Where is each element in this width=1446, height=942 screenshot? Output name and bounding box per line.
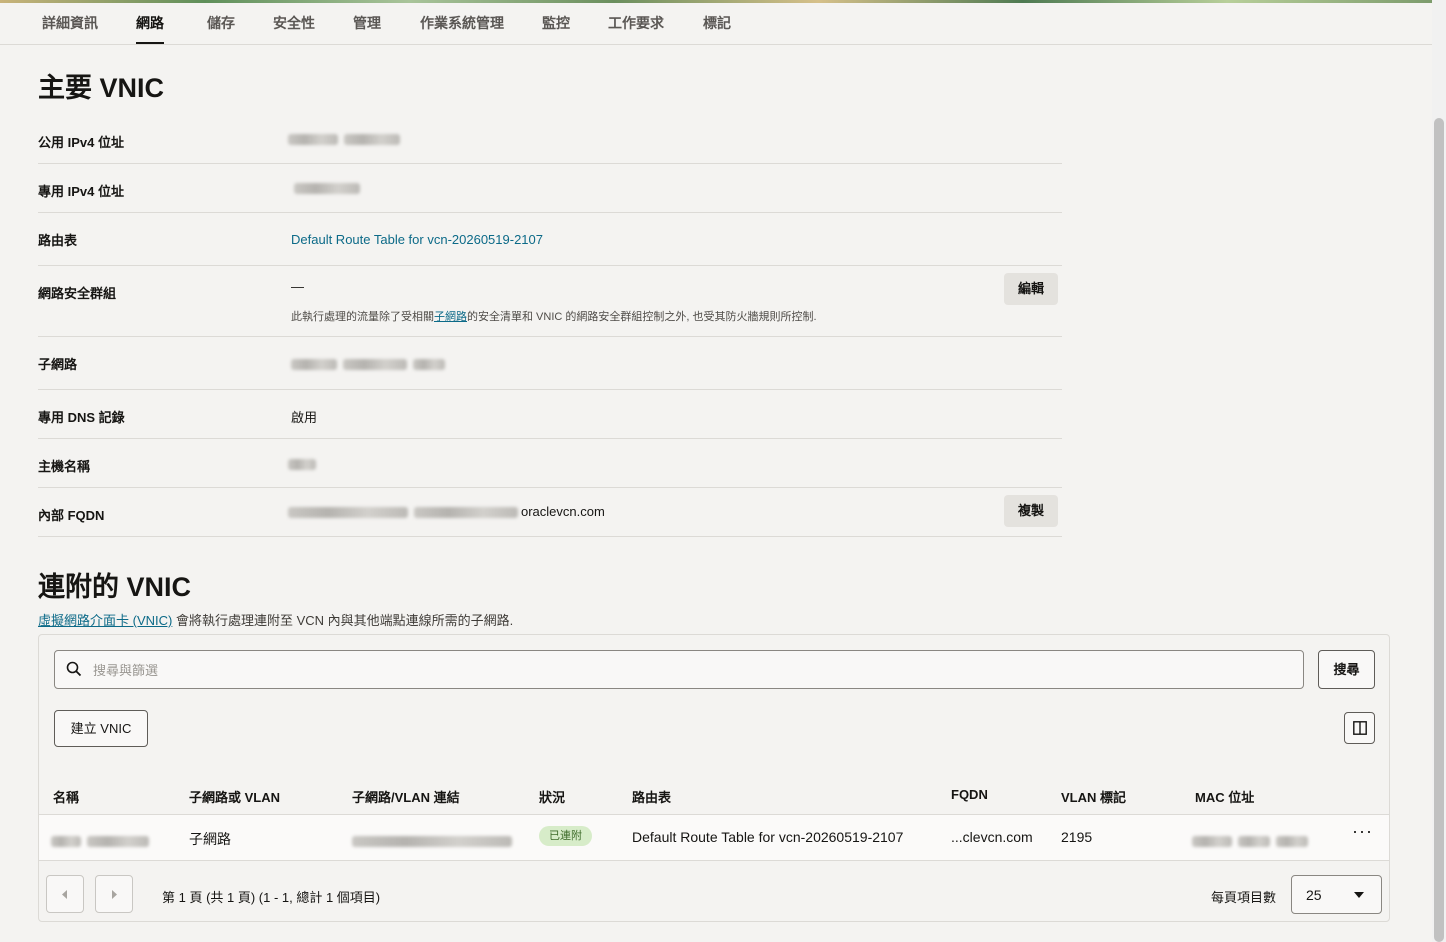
- per-page-value: 25: [1306, 887, 1322, 903]
- nsg-row: 網路安全群組 — 編輯 此執行處理的流量除了受相關子網路的安全清單和 VNIC …: [38, 266, 1062, 337]
- create-vnic-button[interactable]: 建立 VNIC: [54, 710, 148, 747]
- nsg-label: 網路安全群組: [38, 286, 117, 301]
- route-table-link[interactable]: Default Route Table for vcn-20260519-210…: [291, 232, 543, 247]
- tab-bar: 詳細資訊 網路 儲存 安全性 管理 作業系統管理 監控 工作要求 標記: [0, 3, 1432, 45]
- nsg-note-text: 此執行處理的流量除了受相關: [291, 311, 434, 323]
- row-actions-menu-icon[interactable]: ···: [1352, 821, 1373, 842]
- row-route-table-link[interactable]: Default Route Table for vcn-20260519-210…: [632, 829, 903, 845]
- tab-management[interactable]: 管理: [353, 3, 381, 44]
- fqdn-label: 內部 FQDN: [38, 508, 105, 523]
- private-ipv4-row: 專用 IPv4 位址: [38, 164, 1062, 213]
- col-vlan-tag[interactable]: VLAN 標記: [1061, 787, 1126, 806]
- fqdn-suffix: oraclevcn.com: [521, 504, 605, 519]
- private-ipv4-value-redacted: [294, 180, 366, 195]
- col-name[interactable]: 名稱: [53, 787, 79, 806]
- tab-storage[interactable]: 儲存: [207, 3, 235, 44]
- tab-networking[interactable]: 網路: [136, 3, 164, 44]
- col-fqdn[interactable]: FQDN: [951, 787, 988, 802]
- nsg-edit-button[interactable]: 編輯: [1004, 273, 1059, 305]
- subnet-value-redacted[interactable]: [291, 356, 451, 371]
- fqdn-value: oraclevcn.com: [288, 504, 605, 519]
- tab-os-management[interactable]: 作業系統管理: [420, 3, 504, 44]
- chevron-left-icon: [62, 890, 67, 899]
- per-page-label: 每頁項目數: [1211, 890, 1277, 905]
- chevron-right-icon: [112, 890, 117, 899]
- pagination: 第 1 頁 (共 1 頁) (1 - 1, 總計 1 個項目) 每頁項目數 25: [39, 861, 1389, 921]
- private-dns-row: 專用 DNS 記錄 啟用: [38, 390, 1062, 439]
- vnic-name-redacted[interactable]: [51, 832, 155, 848]
- chevron-down-icon: [1354, 892, 1364, 898]
- col-subnet-vlan-link[interactable]: 子網路/VLAN 連結: [352, 787, 460, 806]
- vnic-type: 子網路: [189, 831, 231, 847]
- hostname-label: 主機名稱: [38, 459, 91, 474]
- pagination-summary: 第 1 頁 (共 1 頁) (1 - 1, 總計 1 個項目): [162, 890, 381, 905]
- public-ipv4-row: 公用 IPv4 位址: [38, 115, 1062, 164]
- vnic-doc-link[interactable]: 虛擬網路介面卡 (VNIC): [38, 613, 172, 628]
- tab-work-requests[interactable]: 工作要求: [608, 3, 664, 44]
- attached-vnics-description-text: 會將執行處理連附至 VCN 內與其他端點連線所需的子網路.: [172, 613, 514, 628]
- fqdn-row: 內部 FQDN oraclevcn.com 複製: [38, 488, 1062, 537]
- nsg-note-text-end: 的安全清單和 VNIC 的網路安全群組控制之外, 也受其防火牆規則所控制.: [467, 311, 817, 323]
- column-settings-button[interactable]: [1344, 712, 1375, 744]
- scrollbar[interactable]: [1432, 0, 1446, 942]
- route-table-label: 路由表: [38, 233, 78, 248]
- hostname-row: 主機名稱: [38, 439, 1062, 488]
- route-table-row: 路由表 Default Route Table for vcn-20260519…: [38, 213, 1062, 266]
- tab-tags[interactable]: 標記: [703, 3, 731, 44]
- col-subnet-or-vlan[interactable]: 子網路或 VLAN: [189, 787, 280, 806]
- row-fqdn: ...clevcn.com: [951, 829, 1033, 845]
- nsg-value: —: [291, 279, 304, 294]
- private-dns-value: 啟用: [291, 410, 318, 425]
- private-ipv4-label: 專用 IPv4 位址: [38, 184, 124, 199]
- search-box: [54, 650, 1304, 689]
- public-ipv4-label: 公用 IPv4 位址: [38, 135, 124, 150]
- per-page-select[interactable]: 25: [1291, 875, 1382, 914]
- subnet-label: 子網路: [38, 357, 78, 372]
- search-button[interactable]: 搜尋: [1318, 650, 1375, 689]
- subnet-link[interactable]: 子網路: [434, 311, 467, 323]
- prev-page-button[interactable]: [46, 875, 84, 913]
- tab-monitoring[interactable]: 監控: [542, 3, 570, 44]
- col-mac-address[interactable]: MAC 位址: [1195, 787, 1254, 806]
- hostname-value-redacted: [288, 456, 322, 471]
- subnet-row: 子網路: [38, 337, 1062, 390]
- table-header: 名稱 子網路或 VLAN 子網路/VLAN 連結 狀況 路由表 FQDN VLA…: [39, 775, 1389, 815]
- search-input[interactable]: [93, 659, 1273, 681]
- primary-vnic-title: 主要 VNIC: [38, 73, 165, 103]
- columns-icon: [1353, 721, 1367, 735]
- table-row: 子網路 已連附 Default Route Table for vcn-2026…: [39, 815, 1389, 861]
- attached-vnics-panel: 搜尋 建立 VNIC 名稱 子網路或 VLAN 子網路/VLAN 連結 狀況 路…: [38, 634, 1390, 922]
- copy-fqdn-button[interactable]: 複製: [1004, 495, 1059, 527]
- col-route-table[interactable]: 路由表: [632, 787, 671, 806]
- public-ipv4-value-redacted: [288, 131, 406, 146]
- col-status[interactable]: 狀況: [539, 787, 565, 806]
- row-vlan-tag: 2195: [1061, 829, 1093, 845]
- vnic-subnet-link-redacted[interactable]: [352, 832, 518, 848]
- private-dns-label: 專用 DNS 記錄: [38, 410, 125, 425]
- tab-security[interactable]: 安全性: [273, 3, 315, 44]
- search-icon: [66, 661, 82, 677]
- row-mac-redacted: [1192, 832, 1314, 848]
- tab-details[interactable]: 詳細資訊: [42, 3, 98, 44]
- nsg-note: 此執行處理的流量除了受相關子網路的安全清單和 VNIC 的網路安全群組控制之外,…: [291, 308, 817, 324]
- attached-vnics-description: 虛擬網路介面卡 (VNIC) 會將執行處理連附至 VCN 內與其他端點連線所需的…: [38, 610, 513, 629]
- status-badge: 已連附: [539, 826, 592, 846]
- next-page-button[interactable]: [95, 875, 133, 913]
- attached-vnics-title: 連附的 VNIC: [38, 572, 192, 602]
- scrollbar-thumb[interactable]: [1434, 118, 1444, 942]
